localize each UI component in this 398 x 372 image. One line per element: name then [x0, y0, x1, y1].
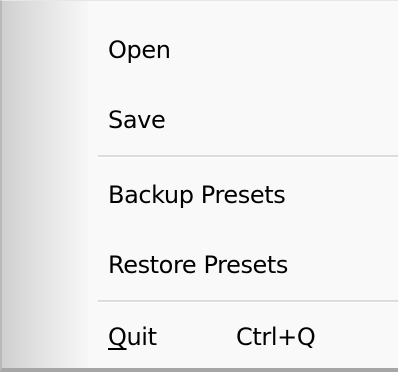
menu-icon-gutter — [2, 1, 88, 368]
menu-item-quit-shortcut: Ctrl+Q — [236, 323, 316, 351]
menu-item-quit-label-rest: uit — [126, 323, 157, 351]
menu-item-quit[interactable]: Quit Ctrl+Q — [88, 312, 398, 362]
menu-item-save-label: Save — [108, 106, 166, 134]
menu-item-open[interactable]: Open — [88, 25, 398, 75]
menu-item-restore-presets-label: Restore Presets — [108, 251, 289, 279]
menu-separator — [98, 155, 398, 158]
menu-item-restore-presets[interactable]: Restore Presets — [88, 240, 398, 290]
menu-item-save[interactable]: Save — [88, 95, 398, 145]
menu-separator — [98, 300, 398, 303]
menu-item-backup-presets[interactable]: Backup Presets — [88, 170, 398, 220]
context-menu: Open Save Backup Presets Restore Presets… — [0, 0, 398, 372]
menu-item-open-label: Open — [108, 36, 171, 64]
menu-item-backup-presets-label: Backup Presets — [108, 181, 286, 209]
menu-item-quit-accelerator: Q — [108, 323, 127, 351]
menu-item-quit-label: Quit — [108, 323, 157, 351]
